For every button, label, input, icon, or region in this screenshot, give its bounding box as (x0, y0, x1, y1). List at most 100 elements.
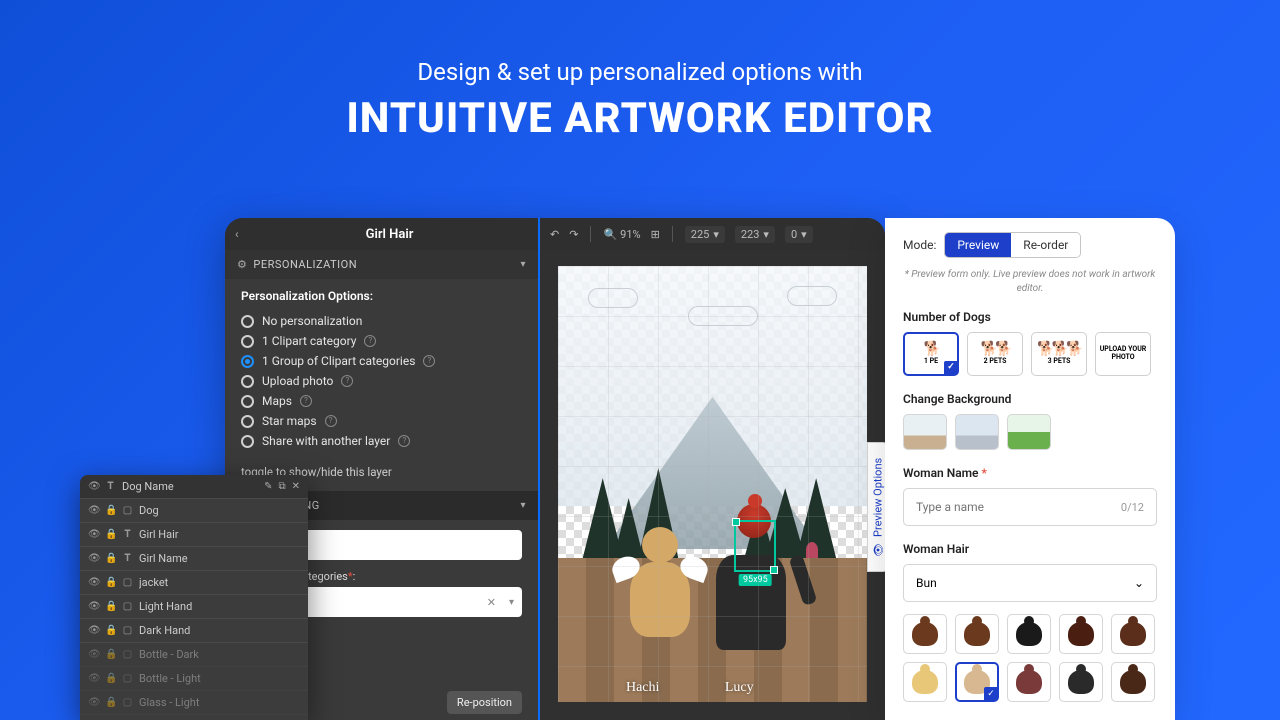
eye-icon[interactable]: 👁 (88, 673, 99, 684)
eye-icon[interactable]: 👁 (88, 553, 99, 564)
radio-clipart-category[interactable]: 1 Clipart category? (241, 331, 522, 351)
layer-row[interactable]: 👁🔒𝐓Girl Name (80, 547, 308, 571)
layer-name-label: Dark Hand (139, 624, 300, 637)
num-dogs-label: Number of Dogs (903, 310, 1157, 324)
dog-option-2[interactable]: 🐕🐕2 PETS (967, 332, 1023, 376)
layer-row[interactable]: 👁🔒𝐓Girl Hair (80, 523, 308, 547)
dog-option-3[interactable]: 🐕🐕🐕3 PETS (1031, 332, 1087, 376)
options-title: Personalization Options: (241, 289, 522, 303)
chevron-down-icon: ▾ (520, 259, 526, 270)
bg-option-2[interactable] (955, 414, 999, 450)
hair-swatch[interactable]: ✓ (955, 662, 999, 702)
dog-artwork[interactable] (620, 527, 700, 637)
hair-select-dropdown[interactable]: Bun ⌄ (903, 564, 1157, 602)
layer-name-label: Light Hand (139, 600, 300, 613)
rotation-input[interactable]: 0 ▾ (785, 226, 813, 243)
lock-icon[interactable]: 🔒 (105, 697, 116, 708)
layer-name-label: Glass - Light (139, 696, 300, 709)
undo-icon[interactable]: ↶ (550, 228, 559, 241)
woman-artwork[interactable]: 95x95 (706, 500, 796, 650)
radio-upload-photo[interactable]: Upload photo? (241, 371, 522, 391)
selection-box[interactable]: 95x95 (734, 520, 776, 572)
edit-icon[interactable]: ✎ (264, 481, 272, 492)
name-text-input[interactable] (916, 500, 1121, 514)
help-icon[interactable]: ? (325, 415, 337, 427)
selection-size-label: 95x95 (739, 574, 772, 586)
image-icon: ▢ (122, 649, 133, 660)
grid-icon[interactable]: ⊞ (651, 228, 660, 241)
canvas-area: ↶ ↷ 🔍 91% ⊞ 225 ▾ 223 ▾ 0 ▾ (540, 218, 885, 720)
help-icon[interactable]: ? (364, 335, 376, 347)
layer-row[interactable]: 👁🔒▢Dog (80, 499, 308, 523)
bg-option-3[interactable] (1007, 414, 1051, 450)
layer-row[interactable]: 👁🔒▢Bottle - Dark (80, 643, 308, 667)
woman-name-tag: Lucy (725, 680, 754, 696)
layers-header-row[interactable]: 👁 𝐓 Dog Name ✎ ⧉ ✕ (80, 475, 308, 499)
lock-icon[interactable]: 🔒 (105, 553, 116, 564)
hair-swatch[interactable] (903, 662, 947, 702)
lock-icon[interactable]: 🔒 (105, 505, 116, 516)
layer-row[interactable]: 👁🔒▢jacket (80, 571, 308, 595)
height-input[interactable]: 223 ▾ (735, 226, 775, 243)
back-icon[interactable]: ‹ (235, 227, 251, 241)
eye-icon[interactable]: 👁 (88, 481, 99, 492)
hair-swatch[interactable] (1007, 662, 1051, 702)
hair-swatch[interactable] (1059, 614, 1103, 654)
hair-swatch[interactable] (955, 614, 999, 654)
eye-icon[interactable]: 👁 (88, 649, 99, 660)
layer-row[interactable]: 👁🔒▢Dark Hand (80, 619, 308, 643)
zoom-control[interactable]: 🔍 91% (603, 228, 640, 241)
dog-option-1[interactable]: 🐕1 PE✓ (903, 332, 959, 376)
reposition-button[interactable]: Re-position (447, 691, 522, 714)
eye-icon[interactable]: 👁 (88, 505, 99, 516)
radio-share-layer[interactable]: Share with another layer? (241, 431, 522, 451)
upload-photo-option[interactable]: UPLOAD YOUR PHOTO (1095, 332, 1151, 376)
help-icon[interactable]: ? (423, 355, 435, 367)
lock-icon[interactable]: 🔒 (105, 649, 116, 660)
radio-maps[interactable]: Maps? (241, 391, 522, 411)
hair-swatch[interactable] (1111, 614, 1155, 654)
layer-row[interactable]: 👁🔒▢Glass - Dark (80, 715, 308, 720)
lock-icon[interactable]: 🔒 (105, 625, 116, 636)
radio-no-personalization[interactable]: No personalization (241, 311, 522, 331)
hero-subtitle: Design & set up personalized options wit… (0, 58, 1280, 86)
mode-segmented-control: Preview Re-order (944, 232, 1081, 258)
layer-row[interactable]: 👁🔒▢Glass - Light (80, 691, 308, 715)
width-input[interactable]: 225 ▾ (685, 226, 725, 243)
duplicate-icon[interactable]: ⧉ (278, 481, 285, 492)
radio-group-clipart[interactable]: 1 Group of Clipart categories? (241, 351, 522, 371)
hair-swatch[interactable] (1007, 614, 1051, 654)
text-icon: 𝐓 (105, 481, 116, 492)
close-icon[interactable]: ✕ (292, 481, 300, 492)
lock-icon[interactable]: 🔒 (105, 673, 116, 684)
eye-icon: 👁 (871, 543, 885, 556)
layer-row[interactable]: 👁🔒▢Bottle - Light (80, 667, 308, 691)
lock-icon[interactable]: 🔒 (105, 577, 116, 588)
preview-note: * Preview form only. Live preview does n… (903, 268, 1157, 296)
bg-option-1[interactable] (903, 414, 947, 450)
eye-icon[interactable]: 👁 (88, 625, 99, 636)
layer-row[interactable]: 👁🔒▢Light Hand (80, 595, 308, 619)
chevron-down-icon[interactable]: ▾ (509, 597, 514, 608)
eye-icon[interactable]: 👁 (88, 577, 99, 588)
lock-icon[interactable]: 🔒 (105, 601, 116, 612)
artwork-canvas[interactable]: 95x95 Hachi Lucy (558, 266, 867, 702)
help-icon[interactable]: ? (341, 375, 353, 387)
clear-icon[interactable]: ✕ (487, 596, 496, 609)
preview-mode-button[interactable]: Preview (945, 233, 1011, 257)
personalization-section-header[interactable]: ⚙PERSONALIZATION ▾ (225, 250, 538, 279)
help-icon[interactable]: ? (398, 435, 410, 447)
hair-swatch[interactable] (1111, 662, 1155, 702)
lock-icon[interactable]: 🔒 (105, 529, 116, 540)
eye-icon[interactable]: 👁 (88, 529, 99, 540)
help-icon[interactable]: ? (300, 395, 312, 407)
radio-star-maps[interactable]: Star maps? (241, 411, 522, 431)
woman-name-input[interactable]: 0/12 (903, 488, 1157, 526)
hair-swatch[interactable] (903, 614, 947, 654)
reorder-mode-button[interactable]: Re-order (1011, 233, 1080, 257)
eye-icon[interactable]: 👁 (88, 601, 99, 612)
eye-icon[interactable]: 👁 (88, 697, 99, 708)
redo-icon[interactable]: ↷ (569, 228, 578, 241)
hair-swatch[interactable] (1059, 662, 1103, 702)
image-icon: ▢ (122, 505, 133, 516)
